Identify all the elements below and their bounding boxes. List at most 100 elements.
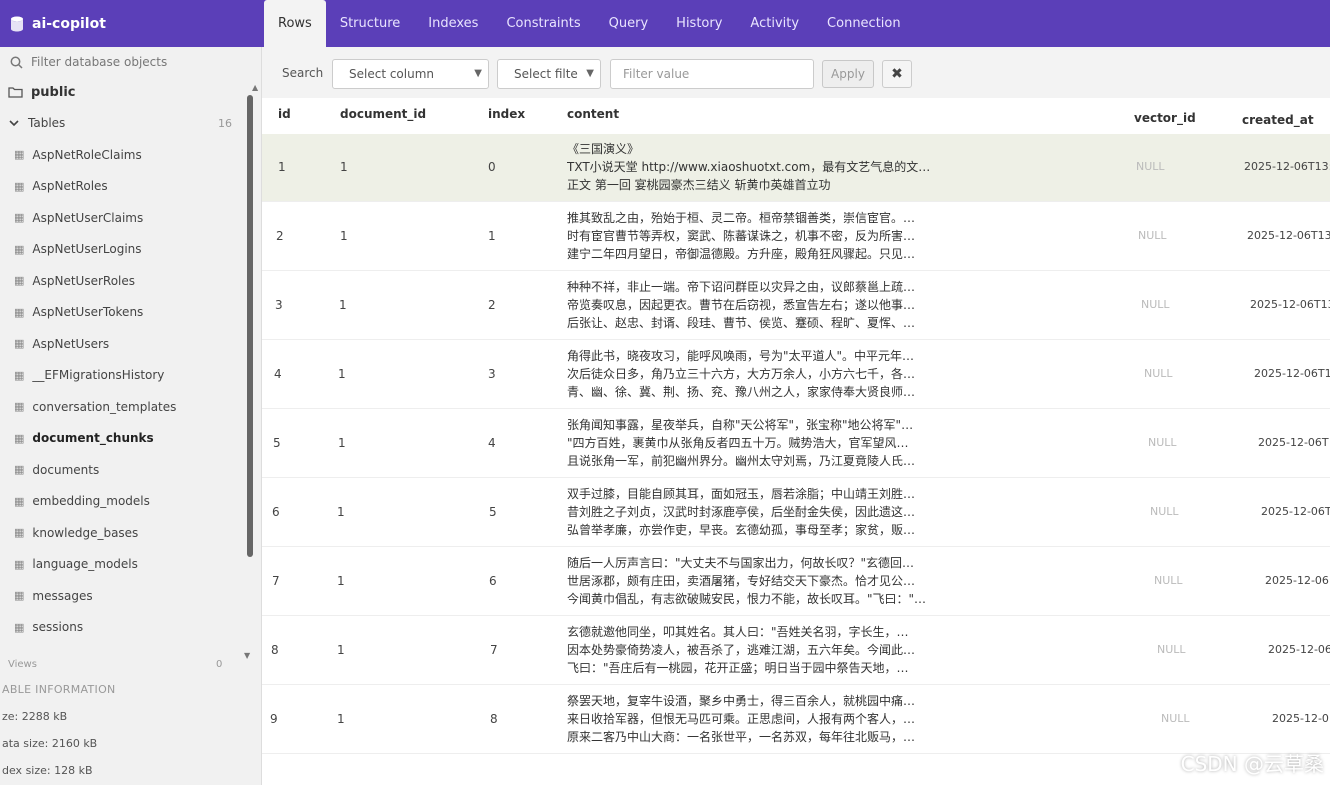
- column-header-index[interactable]: index: [488, 107, 525, 121]
- table-row[interactable]: 3 1 2 种种不祥，非止一端。帝下诏问群臣以灾异之由，议郎蔡邕上疏… 帝览奏叹…: [262, 272, 1330, 340]
- tab-constraints[interactable]: Constraints: [492, 0, 594, 47]
- content-line: 张角闻知事露，星夜举兵，自称"天公将军"，张宝称"地公将军"…: [567, 418, 914, 432]
- filter-value-input[interactable]: Filter value: [610, 59, 814, 89]
- scroll-down-arrow-icon[interactable]: ▼: [244, 651, 250, 660]
- content-line: 祭罢天地，复宰牛设酒，聚乡中勇士，得三百余人，就桃园中痛…: [567, 694, 916, 708]
- tab-structure[interactable]: Structure: [326, 0, 414, 47]
- views-count: 0: [216, 659, 223, 670]
- tab-bar: Rows Structure Indexes Constraints Query…: [264, 0, 915, 47]
- table-row[interactable]: 2 1 1 推其致乱之由，殆始于桓、灵二帝。桓帝禁锢善类，崇信宦官。… 时有宦官…: [262, 203, 1330, 271]
- grid-header: id document_id index content vector_id c…: [262, 98, 1330, 132]
- scroll-up-arrow-icon[interactable]: ▲: [252, 83, 258, 92]
- cell-index: 1: [488, 229, 496, 243]
- sidebar-item-conversation-templates[interactable]: ▦ conversation_templates: [0, 391, 261, 423]
- tab-history[interactable]: History: [662, 0, 736, 47]
- views-group-header[interactable]: Views 0: [8, 659, 248, 670]
- data-size: ata size: 2160 kB: [2, 737, 98, 750]
- content-line: 来日收拾军器，但恨无马匹可乘。正思虑间，人报有两个客人，…: [567, 712, 916, 726]
- content-line: 昔刘胜之子刘贞，汉武时封涿鹿亭侯，后坐酎金失侯，因此遗这…: [567, 505, 916, 519]
- sidebar-item-language-models[interactable]: ▦ language_models: [0, 549, 261, 581]
- sidebar-item-embedding-models[interactable]: ▦ embedding_models: [0, 486, 261, 518]
- schema-item-public[interactable]: public: [0, 77, 261, 107]
- content-line: 玄德就邀他同坐，叩其姓名。其人曰："吾姓关名羽，字长生，…: [567, 625, 909, 639]
- apply-button[interactable]: Apply: [822, 60, 874, 88]
- table-row[interactable]: 1 1 0 《三国演义》 TXT小说天堂 http://www.xiaoshuo…: [262, 134, 1330, 202]
- database-icon: [11, 16, 23, 31]
- column-header-id[interactable]: id: [278, 107, 291, 121]
- cell-document-id: 1: [339, 298, 347, 312]
- table-icon: ▦: [14, 179, 25, 193]
- sidebar-item-messages[interactable]: ▦ messages: [0, 580, 261, 612]
- index-size: dex size: 128 kB: [2, 764, 93, 777]
- sidebar-item-label: document_chunks: [32, 431, 154, 446]
- sidebar-filter-placeholder: Filter database objects: [31, 55, 168, 69]
- column-header-content[interactable]: content: [567, 107, 619, 121]
- cell-vector-id: NULL: [1161, 712, 1190, 725]
- column-select[interactable]: Select column ▼: [332, 59, 489, 89]
- table-icon: ▦: [14, 620, 25, 634]
- cell-content: 随后一人厉声言曰："大丈夫不与国家出力，何故长叹？"玄德回… 世居涿郡，颇有庄田…: [567, 554, 937, 608]
- sidebar-item-aspnetuserlogins[interactable]: ▦ AspNetUserLogins: [0, 234, 261, 266]
- cell-document-id: 1: [338, 367, 346, 381]
- sidebar-item-document-chunks[interactable]: ▦ document_chunks: [0, 423, 261, 455]
- sidebar-item-aspnetuserroles[interactable]: ▦ AspNetUserRoles: [0, 265, 261, 297]
- tab-connection[interactable]: Connection: [813, 0, 915, 47]
- table-icon: ▦: [14, 242, 25, 256]
- table-row[interactable]: 5 1 4 张角闻知事露，星夜举兵，自称"天公将军"，张宝称"地公将军"… "四…: [262, 410, 1330, 478]
- column-header-vector-id[interactable]: vector_id: [1134, 111, 1196, 125]
- sidebar-item-aspnetuserclaims[interactable]: ▦ AspNetUserClaims: [0, 202, 261, 234]
- tab-indexes[interactable]: Indexes: [414, 0, 492, 47]
- content-line: 次后徒众日多，角乃立三十六方，大方万余人，小方六七千，各…: [567, 367, 916, 381]
- sidebar-item-knowledge-bases[interactable]: ▦ knowledge_bases: [0, 517, 261, 549]
- tab-rows[interactable]: Rows: [264, 0, 326, 47]
- table-row[interactable]: 8 1 7 玄德就邀他同坐，叩其姓名。其人曰："吾姓关名羽，字长生，… 因本处势…: [262, 617, 1330, 685]
- content-line: 因本处势豪倚势凌人，被吾杀了，逃难江湖，五六年矣。今闻此…: [567, 643, 916, 657]
- sidebar-item-sessions[interactable]: ▦ sessions: [0, 612, 261, 644]
- filter-type-value: Select filte: [514, 67, 578, 81]
- table-row[interactable]: 7 1 6 随后一人厉声言曰："大丈夫不与国家出力，何故长叹？"玄德回… 世居涿…: [262, 548, 1330, 616]
- table-row[interactable]: 6 1 5 双手过膝，目能自顾其耳，面如冠玉，唇若涂脂；中山靖王刘胜… 昔刘胜之…: [262, 479, 1330, 547]
- sidebar-item-label: conversation_templates: [32, 399, 177, 414]
- filter-type-select[interactable]: Select filte ▼: [497, 59, 601, 89]
- tables-label: Tables: [28, 116, 66, 130]
- sidebar: Filter database objects public Tables 16…: [0, 47, 262, 785]
- sidebar-item-label: AspNetUsers: [32, 336, 110, 351]
- table-row[interactable]: 9 1 8 祭罢天地，复宰牛设酒，聚乡中勇士，得三百余人，就桃园中痛… 来日收拾…: [262, 686, 1330, 754]
- sidebar-item-aspnetusers[interactable]: ▦ AspNetUsers: [0, 328, 261, 360]
- sidebar-item-aspnetroleclaims[interactable]: ▦ AspNetRoleClaims: [0, 139, 261, 171]
- sidebar-filter[interactable]: Filter database objects: [0, 47, 261, 77]
- cell-document-id: 1: [340, 229, 348, 243]
- content-line: 后张让、赵忠、封谞、段珪、曹节、侯览、蹇硕、程旷、夏恽、…: [567, 316, 916, 330]
- sidebar-item-label: AspNetRoles: [32, 179, 108, 194]
- cell-created-at: 2025-12-06T: [1258, 436, 1329, 449]
- csdn-watermark: CSDN @云草桑: [1180, 752, 1324, 776]
- column-select-value: Select column: [349, 67, 435, 81]
- column-header-created-at[interactable]: created_at: [1242, 113, 1314, 127]
- sidebar-item-efmigrationshistory[interactable]: ▦ __EFMigrationsHistory: [0, 360, 261, 392]
- sidebar-item-aspnetroles[interactable]: ▦ AspNetRoles: [0, 171, 261, 203]
- tab-query[interactable]: Query: [595, 0, 663, 47]
- cell-id: 6: [272, 505, 280, 519]
- table-row[interactable]: 4 1 3 角得此书，晓夜攻习，能呼风唤雨，号为"太平道人"。中平元年… 次后徒…: [262, 341, 1330, 409]
- cell-created-at: 2025-12-06T1: [1254, 367, 1330, 380]
- column-header-document-id[interactable]: document_id: [340, 107, 426, 121]
- sidebar-item-label: __EFMigrationsHistory: [32, 368, 165, 383]
- sidebar-item-documents[interactable]: ▦ documents: [0, 454, 261, 486]
- sidebar-item-aspnetusertokens[interactable]: ▦ AspNetUserTokens: [0, 297, 261, 329]
- content-line: 建宁二年四月望日，帝御温德殿。方升座，殿角狂风骤起。只见…: [567, 247, 916, 261]
- content-line: 《三国演义》: [567, 142, 640, 156]
- tables-group-header[interactable]: Tables 16: [0, 107, 261, 139]
- sidebar-scrollbar[interactable]: [247, 95, 253, 557]
- table-icon: ▦: [14, 337, 25, 351]
- table-icon: ▦: [14, 148, 25, 162]
- search-icon: [10, 56, 23, 69]
- table-icon: ▦: [14, 274, 25, 288]
- content-line: TXT小说天堂 http://www.xiaoshuotxt.com，最有文艺气…: [567, 160, 931, 174]
- app-brand[interactable]: ai-copilot: [0, 0, 262, 47]
- cell-created-at: 2025-12-06T: [1261, 505, 1330, 518]
- table-icon: ▦: [14, 494, 25, 508]
- cell-document-id: 1: [337, 712, 345, 726]
- app-title: ai-copilot: [32, 15, 106, 32]
- clear-filter-button[interactable]: ✖: [882, 60, 912, 88]
- tab-activity[interactable]: Activity: [736, 0, 813, 47]
